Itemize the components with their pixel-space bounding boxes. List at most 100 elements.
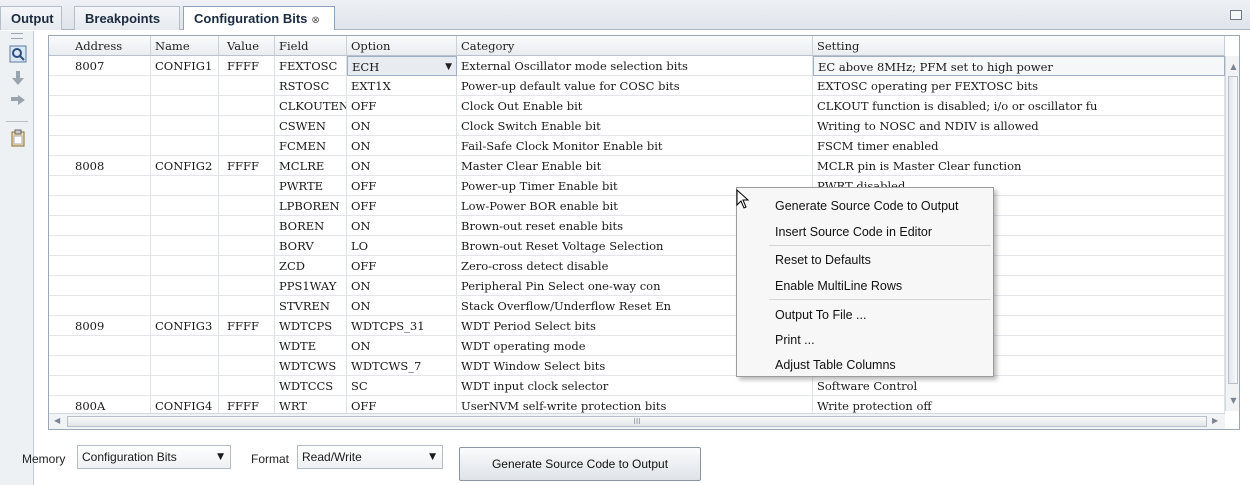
cell-option[interactable]: ON (347, 216, 457, 236)
cell-setting: FSCM timer enabled (813, 136, 1225, 156)
cell-option[interactable]: OFF (347, 256, 457, 276)
menu-item-output-to-file[interactable]: Output To File ... (775, 305, 866, 325)
column-header-field[interactable]: Field (275, 36, 347, 56)
cell-field: STVREN (275, 296, 347, 316)
table-row[interactable]: BORVLOBrown-out Reset Voltage Selectiong… (49, 236, 1225, 256)
menu-item-enable-multiline[interactable]: Enable MultiLine Rows (775, 276, 902, 296)
cell-field: CSWEN (275, 116, 347, 136)
format-select[interactable]: Read/Write ▼ (297, 445, 443, 469)
column-header-category[interactable]: Category (457, 36, 813, 56)
cell-option[interactable]: ON (347, 136, 457, 156)
tab-output[interactable]: Output (0, 6, 62, 30)
cell-category: Clock Out Enable bit (457, 96, 813, 116)
menu-item-insert-source[interactable]: Insert Source Code in Editor (775, 222, 932, 242)
cell-field: WDTCPS (275, 316, 347, 336)
scroll-up-icon[interactable]: ▲ (1229, 62, 1238, 72)
minimize-icon[interactable] (1230, 10, 1242, 20)
table-row[interactable]: 8009 CONFIG3 FFFF WDTCPS WDTCPS_31 WDT Period… (49, 316, 1225, 336)
scroll-grip: III (633, 417, 641, 426)
cell-address (49, 276, 151, 296)
table-row[interactable]: 8007 CONFIG1 FFFF FEXTOSC ECH ▼ External Oscil… (49, 56, 1225, 76)
cell-field: FCMEN (275, 136, 347, 156)
cell-option[interactable]: ON (347, 276, 457, 296)
cell-value (219, 376, 275, 396)
menu-item-reset-defaults[interactable]: Reset to Defaults (775, 250, 871, 270)
table-row[interactable]: CLKOUTEN OFF Clock Out Enable bit CLKOUT fu… (49, 96, 1225, 116)
tab-breakpoints[interactable]: Breakpoints (74, 6, 180, 30)
scroll-right-icon[interactable]: ▶ (1212, 416, 1218, 425)
scroll-left-icon[interactable]: ◀ (54, 416, 60, 425)
table-row[interactable]: CSWEN ON Clock Switch Enable bit Writing to… (49, 116, 1225, 136)
horizontal-scrollbar[interactable]: ◀ III ▶ (49, 413, 1225, 429)
cell-option[interactable]: ON (347, 156, 457, 176)
memory-label: Memory (22, 452, 66, 466)
cell-option[interactable]: WDTCWS_7 (347, 356, 457, 376)
column-header-setting[interactable]: Setting (813, 36, 1225, 56)
cell-address (49, 296, 151, 316)
table-row[interactable]: WDTCCS SC WDT input clock selector Software… (49, 376, 1225, 396)
generate-source-button[interactable]: Generate Source Code to Output (459, 447, 701, 481)
close-icon[interactable]: ⊗ (311, 15, 319, 26)
menu-separator (769, 299, 991, 300)
table-row[interactable]: PWRTE OFF Power-up Timer Enable bit PWRT di… (49, 176, 1225, 196)
table-row[interactable]: PPS1WAY ON Peripheral Pin Select one-way c… (49, 276, 1225, 296)
table-row[interactable]: WDTEONWDT operating modee of sleep; SWDT… (49, 336, 1225, 356)
cell-option[interactable]: ON (347, 296, 457, 316)
step-in-icon[interactable] (9, 69, 27, 87)
vertical-scroll-thumb[interactable] (1228, 76, 1238, 384)
cell-setting: EC above 8MHz; PFM set to high power (813, 56, 1225, 76)
cell-name (151, 96, 219, 116)
memory-select[interactable]: Configuration Bits ▼ (77, 445, 231, 469)
scroll-down-icon[interactable]: ▼ (1229, 396, 1238, 406)
cell-name: CONFIG2 (151, 156, 219, 176)
cell-address: 8008 (49, 156, 151, 176)
vertical-scrollbar[interactable]: ▲ ▼ (1225, 56, 1239, 411)
cell-address (49, 76, 151, 96)
cell-address (49, 196, 151, 216)
option-dropdown[interactable]: ECH ▼ (347, 56, 457, 76)
cell-option[interactable]: WDTCPS_31 (347, 316, 457, 336)
column-header-address[interactable]: Address (49, 36, 151, 56)
cell-address (49, 376, 151, 396)
menu-item-adjust-columns[interactable]: Adjust Table Columns (775, 355, 896, 375)
cell-option[interactable]: EXT1X (347, 76, 457, 96)
column-header-option[interactable]: Option (347, 36, 457, 56)
cell-address (49, 336, 151, 356)
cell-option[interactable]: SC (347, 376, 457, 396)
cell-value (219, 296, 275, 316)
cell-field: WDTE (275, 336, 347, 356)
cell-value (219, 216, 275, 236)
table-row[interactable]: ZCDOFFZero-cross detect disablecuit is d… (49, 256, 1225, 276)
table-row[interactable]: LPBOREN OFF Low-Power BOR enable bit (49, 196, 1225, 216)
table-row[interactable]: WDTCWSWDTCWS_7WDT Window Select bits00%)… (49, 356, 1225, 376)
cell-option[interactable]: LO (347, 236, 457, 256)
table-row[interactable]: RSTOSC EXT1X Power-up default value for CO… (49, 76, 1225, 96)
table-row[interactable]: 8008 CONFIG2 FFFF MCLRE ON Master Clear Enabl… (49, 156, 1225, 176)
cell-option[interactable]: OFF (347, 176, 457, 196)
column-header-value[interactable]: Value (219, 36, 275, 56)
cell-option[interactable]: OFF (347, 196, 457, 216)
step-out-icon[interactable] (9, 93, 27, 111)
search-icon[interactable] (9, 45, 27, 63)
cell-name: CONFIG3 (151, 316, 219, 336)
horizontal-scroll-thumb[interactable]: III (67, 416, 1207, 427)
toolbar-grip (11, 33, 23, 39)
cell-address: 8007 (49, 56, 151, 76)
left-toolbar (0, 31, 34, 485)
menu-item-print[interactable]: Print ... (775, 330, 815, 350)
column-header-name[interactable]: Name (151, 36, 219, 56)
tab-configuration-bits[interactable]: Configuration Bits ⊗ (183, 6, 335, 30)
clipboard-icon[interactable] (9, 129, 27, 147)
cell-address (49, 116, 151, 136)
table-row[interactable]: BORENONBrown-out reset enable bitsd, SBO… (49, 216, 1225, 236)
cell-value (219, 116, 275, 136)
cell-setting: MCLR pin is Master Clear function (813, 156, 1225, 176)
menu-item-generate-source[interactable]: Generate Source Code to Output (775, 196, 958, 216)
table-row[interactable]: STVREN ON Stack Overflow/Underflow Reset E… (49, 296, 1225, 316)
table-header: Address Name Value Field Option Category… (49, 36, 1225, 56)
cell-option[interactable]: ON (347, 336, 457, 356)
chevron-down-icon[interactable]: ▼ (445, 57, 452, 75)
table-row[interactable]: FCMEN ON Fail-Safe Clock Monitor Enable bi… (49, 136, 1225, 156)
cell-option[interactable]: OFF (347, 96, 457, 116)
cell-option[interactable]: ON (347, 116, 457, 136)
